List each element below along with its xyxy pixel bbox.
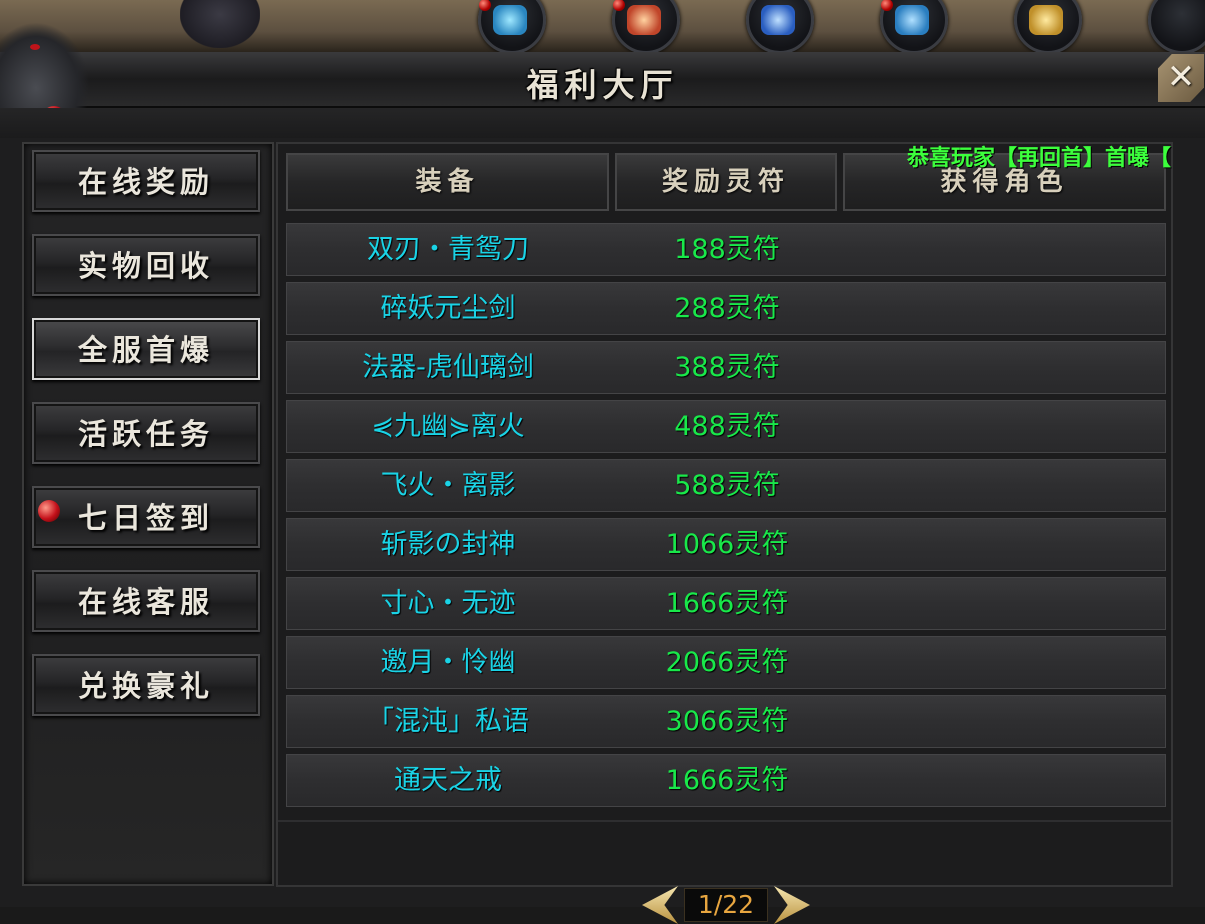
reward-amount: 1666灵符 xyxy=(665,765,789,796)
ticker-prefix: 恭喜玩家 xyxy=(907,146,996,171)
obtained-role xyxy=(843,224,1165,275)
reward-amount: 2066灵符 xyxy=(665,647,789,678)
sidebar: 在线奖励 实物回收 全服首爆 活跃任务 七日签到 在线客服 兑换豪礼 xyxy=(22,142,274,886)
potion-icon[interactable] xyxy=(478,0,546,52)
notification-dot-icon xyxy=(38,500,60,522)
obtained-role xyxy=(843,342,1165,393)
table-row: 双刃・青鸳刀 188灵符 xyxy=(286,223,1166,276)
obtained-role xyxy=(843,578,1165,629)
equip-name: 飞火・离影 xyxy=(380,470,516,501)
reward-amount: 188灵符 xyxy=(674,234,780,265)
treasure-box-icon[interactable] xyxy=(880,0,948,52)
welfare-hall-window: 福利大厅 ✕ 在线奖励 实物回收 全服首爆 活跃任务 七日签到 在线客服 兑换豪… xyxy=(0,22,1205,924)
gift-bag-icon[interactable] xyxy=(612,0,680,52)
game-scene-strip xyxy=(0,0,1205,52)
equip-name: 「混沌」私语 xyxy=(367,706,529,737)
sidebar-item-label: 在线客服 xyxy=(77,585,214,619)
table-row: 通天之戒 1666灵符 xyxy=(286,754,1166,807)
first-drop-table: 装备 奖励灵符 获得角色 双刃・青鸳刀 188灵符 碎妖元尘剑 288灵符 法器… xyxy=(276,142,1173,887)
obtained-role xyxy=(843,696,1165,747)
table-row: 「混沌」私语 3066灵符 xyxy=(286,695,1166,748)
sidebar-item-label: 在线奖励 xyxy=(77,165,214,199)
equip-name: 双刃・青鸳刀 xyxy=(367,234,529,265)
obtained-role xyxy=(843,755,1165,806)
notification-dot-icon xyxy=(881,0,893,11)
table-row: 法器-虎仙璃剑 388灵符 xyxy=(286,341,1166,394)
pagination: 1/22 xyxy=(640,886,810,924)
divider xyxy=(278,820,1171,822)
equip-name: ⋞九幽⋟离火 xyxy=(371,411,525,442)
window-title: 福利大厅 xyxy=(526,66,679,104)
reward-amount: 1666灵符 xyxy=(665,588,789,619)
table-row: 飞火・离影 588灵符 xyxy=(286,459,1166,512)
equip-name: 寸心・无迹 xyxy=(380,588,516,619)
table-row: ⋞九幽⋟离火 488灵符 xyxy=(286,400,1166,453)
sidebar-item-label: 全服首爆 xyxy=(77,333,214,367)
sidebar-item-label: 七日签到 xyxy=(77,501,214,535)
reward-amount: 488灵符 xyxy=(674,411,780,442)
column-header-reward: 奖励灵符 xyxy=(615,153,837,211)
reward-amount: 288灵符 xyxy=(674,293,780,324)
obtained-role xyxy=(843,519,1165,570)
obtained-role xyxy=(843,401,1165,452)
sidebar-item-label: 兑换豪礼 xyxy=(77,669,214,703)
prev-page-arrow-icon[interactable] xyxy=(642,886,678,924)
table-row: 碎妖元尘剑 288灵符 xyxy=(286,282,1166,335)
more-activity-icon[interactable] xyxy=(1148,0,1205,52)
notification-dot-icon xyxy=(613,0,625,11)
table-row: 斩影の封神 1066灵符 xyxy=(286,518,1166,571)
equip-name: 通天之戒 xyxy=(394,765,502,796)
sidebar-item-server-first-drop[interactable]: 全服首爆 xyxy=(32,318,260,380)
title-bar: 福利大厅 ✕ xyxy=(0,22,1205,132)
costume-icon[interactable] xyxy=(746,0,814,52)
table-row: 邀月・怜幽 2066灵符 xyxy=(286,636,1166,689)
sidebar-item-active-tasks[interactable]: 活跃任务 xyxy=(32,402,260,464)
equip-name: 斩影の封神 xyxy=(380,529,516,560)
sidebar-item-label: 活跃任务 xyxy=(77,417,214,451)
reward-amount: 588灵符 xyxy=(674,470,780,501)
sidebar-item-label: 实物回收 xyxy=(77,249,214,283)
character-figure xyxy=(180,0,260,48)
equip-name: 法器-虎仙璃剑 xyxy=(362,352,534,383)
sidebar-item-redeem-gifts[interactable]: 兑换豪礼 xyxy=(32,654,260,716)
reward-amount: 3066灵符 xyxy=(665,706,789,737)
equip-name: 邀月・怜幽 xyxy=(380,647,516,678)
reward-amount: 1066灵符 xyxy=(665,529,789,560)
page-indicator: 1/22 xyxy=(684,888,768,922)
sidebar-item-online-reward[interactable]: 在线奖励 xyxy=(32,150,260,212)
notification-dot-icon xyxy=(479,0,491,11)
gold-ingot-icon[interactable] xyxy=(1014,0,1082,52)
obtained-role xyxy=(843,283,1165,334)
sidebar-item-online-support[interactable]: 在线客服 xyxy=(32,570,260,632)
sub-bar xyxy=(0,108,1205,138)
ticker-player: 【再回首】 xyxy=(995,146,1106,171)
sidebar-item-item-recycle[interactable]: 实物回收 xyxy=(32,234,260,296)
close-button[interactable]: ✕ xyxy=(1158,54,1204,102)
next-page-arrow-icon[interactable] xyxy=(774,886,810,924)
obtained-role xyxy=(843,637,1165,688)
announcement-ticker: 恭喜玩家【再回首】首曝【 xyxy=(907,140,1171,172)
column-header-equip: 装备 xyxy=(286,153,609,211)
sidebar-item-seven-day-signin[interactable]: 七日签到 xyxy=(32,486,260,548)
equip-name: 碎妖元尘剑 xyxy=(380,293,516,324)
obtained-role xyxy=(843,460,1165,511)
table-row: 寸心・无迹 1666灵符 xyxy=(286,577,1166,630)
ticker-suffix: 首曝【 xyxy=(1105,146,1172,171)
reward-amount: 388灵符 xyxy=(674,352,780,383)
